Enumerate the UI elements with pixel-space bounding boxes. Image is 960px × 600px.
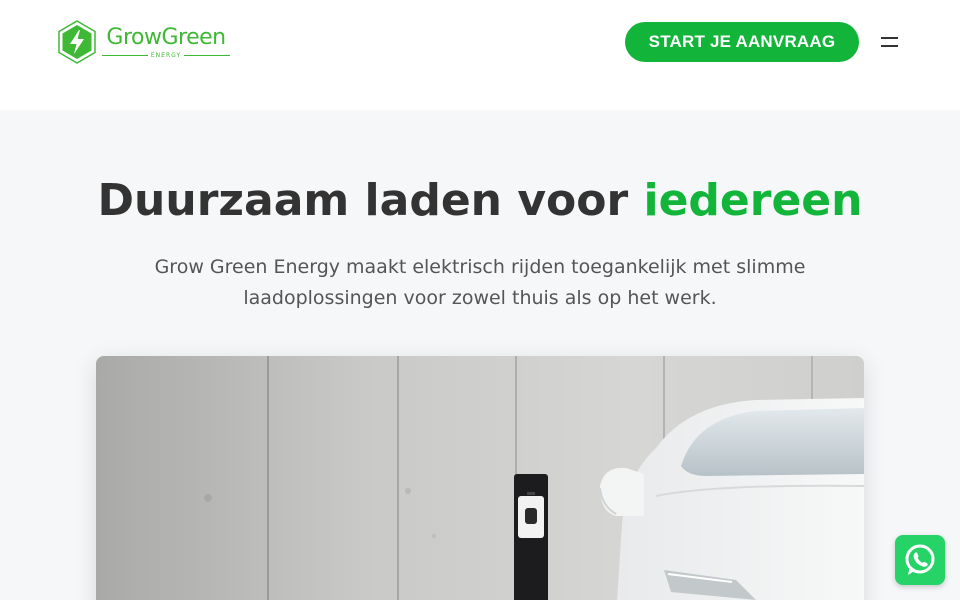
logo-subtitle: ENERGY [150,52,182,59]
menu-bar-bottom [881,45,898,47]
logo-subline: ENERGY [102,52,231,59]
hero-title-accent: iedereen [643,175,863,226]
whatsapp-icon [905,544,935,575]
logo-wordmark: GrowGreen [106,25,226,50]
hero-title: Duurzaam laden voor iedereen [0,176,960,226]
menu-bar-top [881,37,898,39]
hamburger-menu-icon[interactable] [878,33,902,51]
start-request-button[interactable]: START JE AANVRAAG [625,22,859,62]
hero-subtitle: Grow Green Energy maakt elektrisch rijde… [154,256,806,309]
logo-divider-right [184,55,231,56]
logo[interactable]: GrowGreen ENERGY [58,19,240,65]
logo-divider-left [102,55,148,56]
hero-image [96,356,864,600]
hero-title-main: Duurzaam laden voor [97,175,644,226]
ev-charger-car-photo [96,356,864,600]
site-header: GrowGreen ENERGY START JE AANVRAAG [0,0,960,110]
whatsapp-chat-button[interactable] [895,535,945,585]
hero-section: Duurzaam laden voor iedereen Grow Green … [0,110,960,600]
lightning-hexagon-logo-icon [58,20,96,64]
logo-text: GrowGreen ENERGY [102,25,231,59]
